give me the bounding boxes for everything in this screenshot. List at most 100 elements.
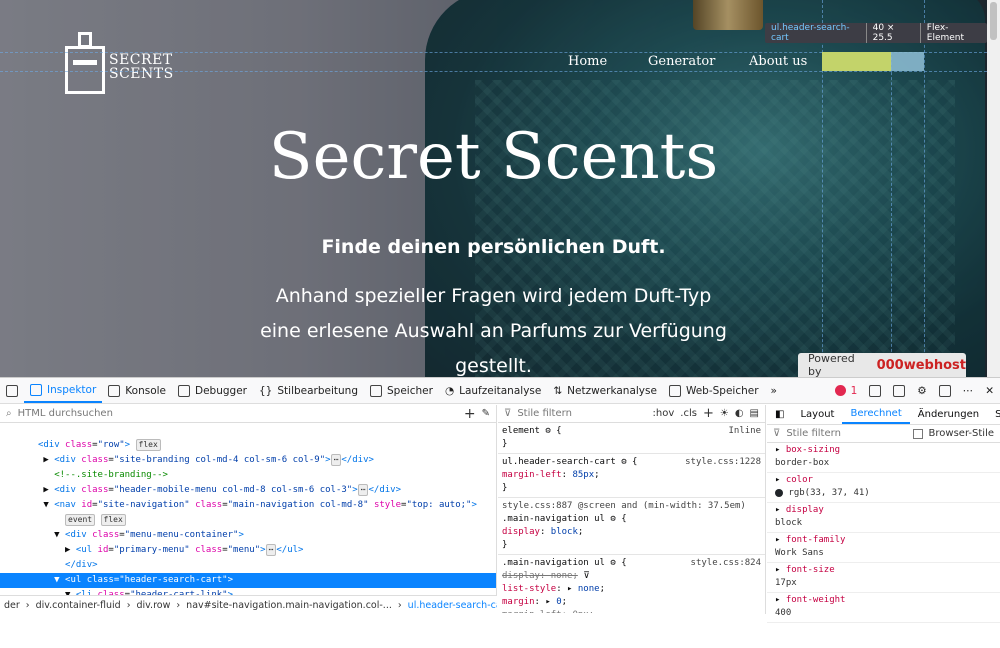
- tab-memory[interactable]: Speicher: [364, 378, 439, 403]
- cls-toggle[interactable]: .cls: [680, 408, 697, 419]
- tab-computed[interactable]: Berechnet: [842, 405, 910, 424]
- tab-fonts[interactable]: Sc: [987, 405, 1000, 424]
- logo-line-1: SECRET: [109, 52, 173, 68]
- markup-line[interactable]: event flex: [0, 513, 496, 528]
- more-tabs-button[interactable]: »: [765, 378, 783, 403]
- styles-filter-input[interactable]: Stile filtern: [517, 408, 646, 419]
- tab-label: Netzwerkanalyse: [567, 384, 657, 397]
- website-viewport: SECRET SCENTS Home Generator About us ul…: [0, 0, 987, 377]
- computed-property[interactable]: ▸ font-size 17px: [767, 563, 1000, 593]
- close-devtools-button[interactable]: ✕: [979, 378, 1000, 403]
- tab-changes[interactable]: Änderungen: [910, 405, 987, 424]
- computed-property[interactable]: ▸ font-weight 400: [767, 593, 1000, 623]
- rule-main-navigation-media[interactable]: style.css:887 @screen and (min-width: 37…: [498, 498, 765, 555]
- element-picker-button[interactable]: [0, 378, 24, 403]
- markup-line[interactable]: <!--.site-branding-->: [0, 468, 496, 483]
- camera-icon: [893, 384, 906, 397]
- tab-layout[interactable]: Layout: [792, 405, 842, 424]
- logo-text: SECRET SCENTS: [109, 53, 174, 81]
- tab-style-editor[interactable]: {} Stilbearbeitung: [253, 378, 364, 403]
- computed-property[interactable]: ▸ font-family Work Sans: [767, 533, 1000, 563]
- hero-title: Secret Scents: [268, 120, 719, 194]
- breadcrumb-item-current[interactable]: ul.header-search-cart: [408, 600, 497, 611]
- nav-generator[interactable]: Generator: [648, 54, 715, 69]
- error-icon: [834, 385, 846, 396]
- markup-line[interactable]: ▼ <nav id="site-navigation" class="main-…: [0, 498, 496, 513]
- breadcrumb-item[interactable]: nav#site-navigation.main-navigation.col-…: [186, 600, 392, 611]
- add-rule-icon[interactable]: +: [703, 406, 714, 421]
- logo-line-2: SCENTS: [109, 66, 174, 82]
- styles-filter-bar[interactable]: ⊽ Stile filtern :hov .cls + ☀ ◐ ▤: [498, 405, 765, 423]
- nav-home[interactable]: Home: [568, 54, 607, 69]
- settings-button[interactable]: ⚙: [911, 378, 932, 403]
- markup-line[interactable]: ▼ <div class="menu-menu-container">: [0, 528, 496, 543]
- rule-main-navigation[interactable]: style.css:824 .main-navigation ul ⚙ { dis…: [498, 555, 765, 613]
- storage-icon: [668, 384, 681, 397]
- markup-line-selected[interactable]: ▼ <ul class="header-search-cart">: [0, 573, 496, 588]
- filter-icon: ⊽: [504, 408, 512, 419]
- tab-performance[interactable]: ◔ Laufzeitanalyse: [439, 378, 547, 403]
- gear-icon: ⚙: [917, 384, 927, 397]
- markup-line[interactable]: ▶ <div class="header-mobile-menu col-md-…: [0, 483, 496, 498]
- computed-list: ▸ box-sizing border-box ▸ color rgb(33, 3…: [767, 443, 1000, 623]
- site-logo[interactable]: SECRET SCENTS: [63, 26, 173, 96]
- print-icon[interactable]: ▤: [750, 408, 759, 419]
- error-counter[interactable]: 1: [829, 378, 864, 403]
- tooltip-kind: Flex-Element: [919, 23, 987, 43]
- rule-element[interactable]: Inline element ⚙ {}: [498, 423, 765, 454]
- tab-console[interactable]: Konsole: [102, 378, 172, 403]
- close-icon: ✕: [985, 384, 994, 397]
- tab-label: Inspektor: [47, 383, 97, 396]
- page-scrollbar[interactable]: [987, 0, 1000, 377]
- breadcrumb-item[interactable]: div.row: [137, 600, 171, 611]
- tab-debugger[interactable]: Debugger: [172, 378, 253, 403]
- hov-toggle[interactable]: :hov: [653, 408, 675, 419]
- sidebar-toggle-icon[interactable]: ◧: [767, 405, 792, 424]
- markup-line[interactable]: <div class="row"> flex: [0, 438, 496, 453]
- debugger-icon: [178, 384, 191, 397]
- dark-mode-icon[interactable]: ◐: [735, 408, 744, 419]
- computed-filter-bar[interactable]: ⊽ Stile filtern Browser-Stile: [767, 425, 1000, 443]
- tooltip-size: 40 × 25.5: [865, 23, 920, 43]
- html-search-input[interactable]: HTML durchsuchen: [18, 408, 458, 419]
- browser-styles-checkbox[interactable]: [912, 428, 923, 439]
- computed-filter-input[interactable]: Stile filtern: [786, 428, 906, 439]
- computed-property[interactable]: ▸ display block: [767, 503, 1000, 533]
- dock-button[interactable]: [933, 378, 957, 403]
- rule-header-search-cart[interactable]: style.css:1228 ul.header-search-cart ⚙ { …: [498, 454, 765, 498]
- tab-inspector[interactable]: Inspektor: [24, 378, 103, 403]
- breadcrumb-item[interactable]: der: [4, 600, 20, 611]
- chevrons-right-icon: »: [770, 384, 777, 397]
- nav-about-us[interactable]: About us: [749, 54, 807, 69]
- breadcrumb: der › div.container-fluid › div.row › nav#s…: [0, 595, 497, 614]
- tab-label: Laufzeitanalyse: [459, 384, 542, 397]
- tooltip-selector: ul.header-search-cart: [771, 23, 850, 43]
- dock-icon: [938, 384, 951, 397]
- tab-network[interactable]: ⇅ Netzwerkanalyse: [547, 378, 663, 403]
- html-search-bar[interactable]: ⌕ HTML durchsuchen + ✎: [0, 405, 496, 423]
- markup-line[interactable]: ▶ <ul id="primary-menu" class="menu"> ⋯ </…: [0, 543, 496, 558]
- responsive-mode-button[interactable]: [863, 378, 887, 403]
- logo-bottle-icon: [65, 46, 105, 94]
- eyedropper-icon[interactable]: ✎: [482, 408, 490, 419]
- screenshot-button[interactable]: [887, 378, 911, 403]
- add-node-icon[interactable]: +: [464, 406, 476, 422]
- markup-line[interactable]: </div>: [0, 558, 496, 573]
- powered-by-badge[interactable]: Powered by 000webhost: [798, 352, 966, 377]
- menu-button[interactable]: ⋯: [957, 378, 980, 403]
- error-count: 1: [850, 384, 858, 397]
- computed-property[interactable]: ▸ box-sizing border-box: [767, 443, 1000, 473]
- breadcrumb-item[interactable]: div.container-fluid: [36, 600, 121, 611]
- memory-icon: [370, 384, 383, 397]
- responsive-icon: [869, 384, 882, 397]
- tab-storage[interactable]: Web-Speicher: [663, 378, 765, 403]
- markup-tree[interactable]: <div class="row"> flex ▶ <div class="sit…: [0, 423, 496, 648]
- computed-property[interactable]: ▸ color rgb(33, 37, 41): [767, 473, 1000, 503]
- powered-by-label: Powered by: [808, 352, 855, 377]
- scrollbar-thumb[interactable]: [990, 2, 997, 40]
- markup-line[interactable]: ▶ <div class="site-branding col-md-4 col…: [0, 453, 496, 468]
- light-mode-icon[interactable]: ☀: [720, 408, 729, 419]
- highlight-guide-bottom: [0, 71, 987, 72]
- hero-desc-line-1: Anhand spezieller Fragen wird jedem Duft…: [275, 285, 712, 307]
- search-icon: ⌕: [6, 408, 12, 419]
